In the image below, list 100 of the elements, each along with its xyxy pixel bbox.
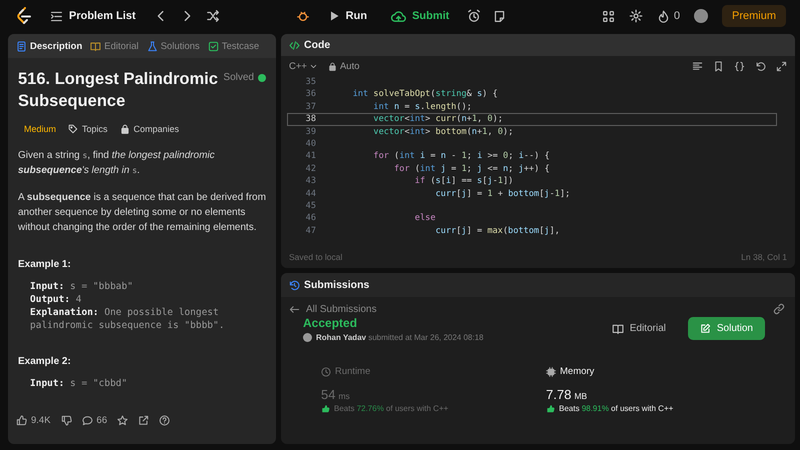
star-icon[interactable] bbox=[117, 415, 128, 426]
code-icon bbox=[289, 40, 300, 50]
run-button[interactable]: Run bbox=[322, 7, 374, 25]
editorial-button[interactable]: Editorial bbox=[604, 318, 674, 340]
lock-icon bbox=[328, 62, 337, 70]
editor-line[interactable]: 46 else bbox=[287, 212, 777, 225]
editor-line[interactable]: 35 bbox=[287, 76, 777, 88]
braces-icon[interactable] bbox=[734, 60, 745, 72]
back-arrow-icon bbox=[289, 304, 300, 314]
editor-line[interactable]: 39 vector<int> bottom(n+1, 0); bbox=[287, 126, 777, 138]
submission-info: Rohan Yadav submitted at Mar 26, 2024 08:18 bbox=[316, 333, 484, 342]
tab[interactable]: Testcase bbox=[208, 40, 260, 52]
checkbox-icon bbox=[208, 40, 219, 52]
upload-icon bbox=[391, 8, 406, 24]
premium-button[interactable]: Premium bbox=[722, 5, 786, 27]
logo-icon[interactable] bbox=[16, 7, 32, 25]
tab[interactable]: Editorial bbox=[90, 40, 139, 52]
language-dropdown[interactable]: C++ bbox=[289, 60, 318, 72]
editor-line[interactable]: 37 int n = s.length(); bbox=[287, 100, 777, 114]
metric-value: 54 ms bbox=[321, 387, 351, 402]
beats-text: Beats 72.76% of users with C++ bbox=[334, 404, 448, 413]
format-icon[interactable] bbox=[692, 60, 703, 72]
problem-list-link[interactable]: Problem List bbox=[44, 6, 142, 26]
user-avatar bbox=[303, 333, 312, 342]
editor-line[interactable]: 41 for (int i = n - 1; i >= 0; i--) { bbox=[287, 150, 777, 163]
grid-icon[interactable] bbox=[602, 10, 615, 22]
mode-label: Auto bbox=[340, 60, 360, 72]
help-icon[interactable] bbox=[159, 415, 170, 426]
editor-line[interactable]: 44 curr[j] = 1 + bottom[j-1]; bbox=[287, 188, 777, 200]
alarm-icon[interactable] bbox=[467, 9, 482, 23]
all-submissions-link[interactable]: All Submissions bbox=[289, 304, 377, 314]
flame-icon[interactable] bbox=[656, 10, 670, 22]
reset-icon[interactable] bbox=[755, 60, 766, 72]
code-line: if (s[i] == s[j-1]) bbox=[414, 176, 514, 187]
edit-icon bbox=[700, 323, 711, 334]
metric-card[interactable]: Runtime 54 ms Beats 72.76% of users with C++ bbox=[321, 366, 546, 413]
lock-icon bbox=[120, 124, 130, 134]
like-button[interactable]: 9.4K bbox=[16, 415, 51, 426]
list-icon bbox=[50, 10, 63, 22]
code-line: int solveTabOpt(string& s) { bbox=[352, 89, 498, 100]
editor-line[interactable]: 47 curr[j] = max(bottom[j], bbox=[287, 224, 777, 238]
hand-icon bbox=[321, 404, 330, 413]
difficulty-label: Medium bbox=[24, 124, 56, 134]
submit-button[interactable]: Submit bbox=[385, 6, 456, 26]
line-number: 38 bbox=[304, 114, 316, 125]
comments-button[interactable]: 66 bbox=[82, 415, 108, 426]
expand-icon[interactable] bbox=[776, 60, 787, 72]
companies-link[interactable]: Companies bbox=[120, 124, 180, 134]
line-number: 37 bbox=[304, 102, 316, 112]
note-icon[interactable] bbox=[493, 10, 506, 22]
problem-title: 516. Longest Palindromic Subsequence bbox=[18, 69, 218, 112]
cursor-position: Ln 38, Col 1 bbox=[741, 252, 787, 262]
editor-line[interactable]: 43 if (s[i] == s[j-1]) bbox=[287, 175, 777, 188]
solution-button[interactable]: Solution bbox=[688, 317, 765, 340]
code-line: vector<int> bottom(n+1, 0); bbox=[372, 126, 514, 137]
topics-link[interactable]: Topics bbox=[68, 124, 108, 134]
clock-icon bbox=[321, 366, 331, 376]
tag-icon bbox=[68, 124, 78, 134]
metric-label: Memory bbox=[560, 366, 594, 377]
line-number: 41 bbox=[304, 151, 316, 162]
code-line: curr[j] = 1 + bottom[j-1]; bbox=[434, 188, 570, 199]
editor-line[interactable]: 36 int solveTabOpt(string& s) { bbox=[287, 88, 777, 101]
description-paragraph: A subsequence is a sequence that can be derived from another sequence by deleting some or no elements without changing the order of the remaining elements. bbox=[18, 191, 266, 235]
tab[interactable]: Solutions bbox=[146, 40, 200, 52]
code-line: curr[j] = max(bottom[j], bbox=[434, 226, 560, 236]
metric-card[interactable]: Memory 7.78 MB Beats 98.91% of users with C++ bbox=[546, 366, 771, 413]
bookmark-icon[interactable] bbox=[713, 60, 724, 72]
line-number: 46 bbox=[304, 213, 316, 224]
link-icon[interactable] bbox=[773, 303, 785, 315]
line-number: 39 bbox=[304, 126, 316, 137]
comment-icon bbox=[82, 415, 93, 426]
book-icon bbox=[90, 40, 102, 52]
editor-line[interactable]: 42 for (int j = 1; j <= n; j++) { bbox=[287, 162, 777, 176]
thumbs-down-icon[interactable] bbox=[60, 415, 72, 426]
line-number: 47 bbox=[304, 226, 316, 236]
bug-icon[interactable] bbox=[296, 9, 310, 23]
solved-dot bbox=[258, 74, 266, 82]
example-line: Input: s = "bbbab" bbox=[30, 280, 134, 293]
book-icon bbox=[612, 322, 624, 334]
solved-status: Solved bbox=[223, 72, 254, 83]
line-number: 40 bbox=[304, 138, 316, 150]
code-line: for (int i = n - 1; i >= 0; i--) { bbox=[372, 151, 550, 162]
editor-line[interactable]: 40 bbox=[287, 138, 777, 150]
metric-label: Runtime bbox=[335, 366, 370, 377]
editor-line[interactable]: 45 bbox=[287, 200, 777, 212]
line-number: 35 bbox=[304, 77, 316, 88]
save-status: Saved to local bbox=[289, 252, 342, 262]
settings-icon[interactable] bbox=[628, 9, 643, 23]
line-number: 44 bbox=[304, 188, 316, 199]
line-number: 45 bbox=[304, 200, 316, 212]
history-icon bbox=[289, 280, 300, 290]
code-line: else bbox=[414, 213, 436, 224]
tab[interactable]: Description bbox=[16, 40, 82, 52]
avatar[interactable] bbox=[694, 9, 708, 23]
example-heading: Example 2: bbox=[18, 356, 72, 367]
example-line: Input: s = "cbbd" bbox=[30, 377, 128, 390]
example-line: Output: 4 bbox=[30, 293, 82, 306]
shuffle-icon[interactable] bbox=[206, 9, 220, 23]
share-icon[interactable] bbox=[138, 415, 150, 426]
thumbs-up-icon bbox=[16, 415, 27, 426]
